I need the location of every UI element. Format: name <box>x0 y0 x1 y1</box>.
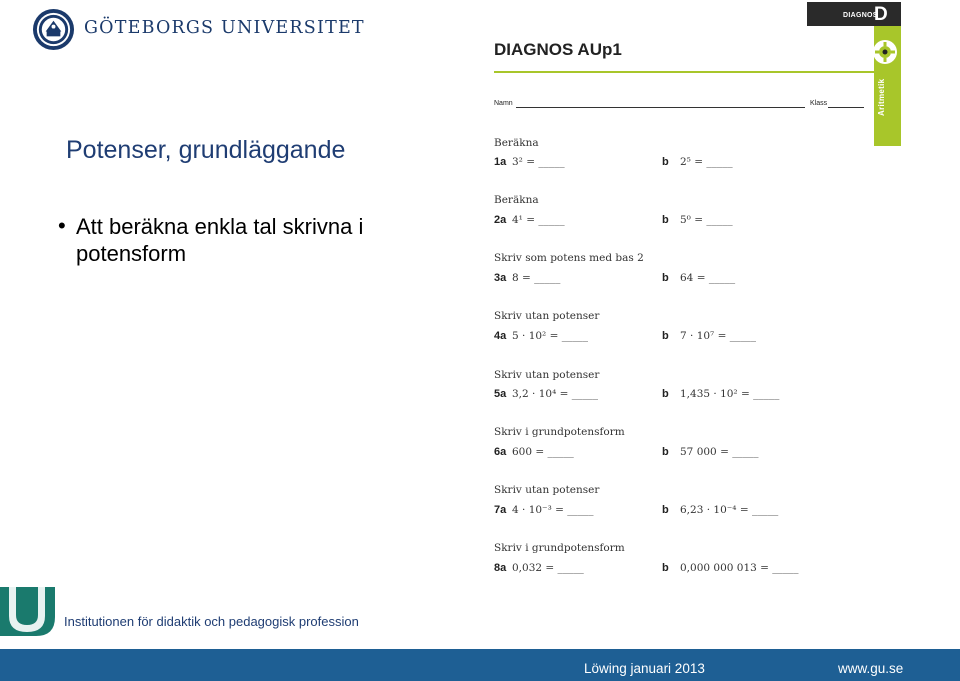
name-field-line <box>516 107 805 108</box>
question-number: b <box>662 446 669 458</box>
question-expression: 3² = _____ <box>512 156 565 168</box>
question-number: 1a <box>494 156 507 168</box>
question-b: b 6,23 · 10⁻⁴ = _____ <box>662 504 778 516</box>
question-number: b <box>662 272 669 284</box>
question-expression: 4 · 10⁻³ = _____ <box>512 504 594 516</box>
question-heading: Skriv i grundpotensform <box>494 426 625 438</box>
question-heading: Skriv utan potenser <box>494 484 600 496</box>
title-divider <box>494 71 874 73</box>
question-number: b <box>662 504 669 516</box>
question-b: b 5⁰ = _____ <box>662 214 733 226</box>
question-heading: Skriv i grundpotensform <box>494 542 625 554</box>
question-number: b <box>662 156 669 168</box>
question-number: 7a <box>494 504 507 516</box>
question-a: 4a 5 · 10² = _____ <box>494 330 588 342</box>
question-number: b <box>662 562 669 574</box>
class-label: Klass <box>810 100 828 107</box>
question-expression: 6,23 · 10⁻⁴ = _____ <box>680 504 779 516</box>
gear-icon <box>873 40 897 64</box>
diagnos-tab-letter: D <box>874 4 888 25</box>
question-expression: 3,2 · 10⁴ = _____ <box>512 388 599 400</box>
question-expression: 0,032 = _____ <box>512 562 584 574</box>
university-name: GÖTEBORGS UNIVERSITET <box>84 18 365 38</box>
question-expression: 600 = _____ <box>512 446 574 458</box>
question-b: b 7 · 10⁷ = _____ <box>662 330 756 342</box>
question-expression: 5 · 10² = _____ <box>512 330 588 342</box>
question-heading: Skriv som potens med bas 2 <box>494 252 644 264</box>
class-field-line <box>828 107 864 108</box>
university-seal-icon <box>32 8 75 51</box>
question-a: 5a 3,2 · 10⁴ = _____ <box>494 388 598 400</box>
question-heading: Beräkna <box>494 194 539 206</box>
name-label: Namn <box>494 100 513 107</box>
question-expression: 5⁰ = _____ <box>680 214 733 226</box>
question-number: 2a <box>494 214 507 226</box>
footer-date: Löwing januari 2013 <box>584 661 705 676</box>
question-expression: 7 · 10⁷ = _____ <box>680 330 756 342</box>
footer-website-link[interactable]: www.gu.se <box>838 661 903 676</box>
question-b: b 0,000 000 013 = _____ <box>662 562 799 574</box>
question-b: b 57 000 = _____ <box>662 446 758 458</box>
worksheet-title: DIAGNOS AUp1 <box>494 40 622 59</box>
question-a: 1a 3² = _____ <box>494 156 565 168</box>
gu-u-logo-icon <box>0 587 55 636</box>
question-a: 3a 8 = _____ <box>494 272 560 284</box>
question-number: b <box>662 214 669 226</box>
question-heading: Skriv utan potenser <box>494 369 600 381</box>
slide-title: Potenser, grundläggande <box>66 136 346 164</box>
question-expression: 64 = _____ <box>680 272 736 284</box>
question-a: 8a 0,032 = _____ <box>494 562 584 574</box>
footer-bar <box>0 649 960 681</box>
question-expression: 0,000 000 013 = _____ <box>680 562 799 574</box>
question-b: b 2⁵ = _____ <box>662 156 733 168</box>
question-number: 4a <box>494 330 507 342</box>
question-expression: 57 000 = _____ <box>680 446 759 458</box>
bullet-dot-icon: • <box>58 213 66 238</box>
question-number: b <box>662 330 669 342</box>
question-expression: 8 = _____ <box>512 272 561 284</box>
question-b: b 1,435 · 10² = _____ <box>662 388 779 400</box>
subject-tab-label: Aritmetik <box>877 78 886 116</box>
question-b: b 64 = _____ <box>662 272 735 284</box>
question-a: 6a 600 = _____ <box>494 446 574 458</box>
question-number: 8a <box>494 562 507 574</box>
question-number: 6a <box>494 446 507 458</box>
diagnos-tab-label: DIAGNOS <box>843 12 878 19</box>
department-name: Institutionen för didaktik och pedagogis… <box>64 614 359 629</box>
question-expression: 4¹ = _____ <box>512 214 565 226</box>
question-number: 3a <box>494 272 507 284</box>
bullet-text: Att beräkna enkla tal skrivna i potensfo… <box>76 214 364 266</box>
question-expression: 2⁵ = _____ <box>680 156 733 168</box>
question-heading: Skriv utan potenser <box>494 310 600 322</box>
question-a: 2a 4¹ = _____ <box>494 214 565 226</box>
question-a: 7a 4 · 10⁻³ = _____ <box>494 504 594 516</box>
question-number: b <box>662 388 669 400</box>
question-expression: 1,435 · 10² = _____ <box>680 388 780 400</box>
question-number: 5a <box>494 388 507 400</box>
question-heading: Beräkna <box>494 137 539 149</box>
